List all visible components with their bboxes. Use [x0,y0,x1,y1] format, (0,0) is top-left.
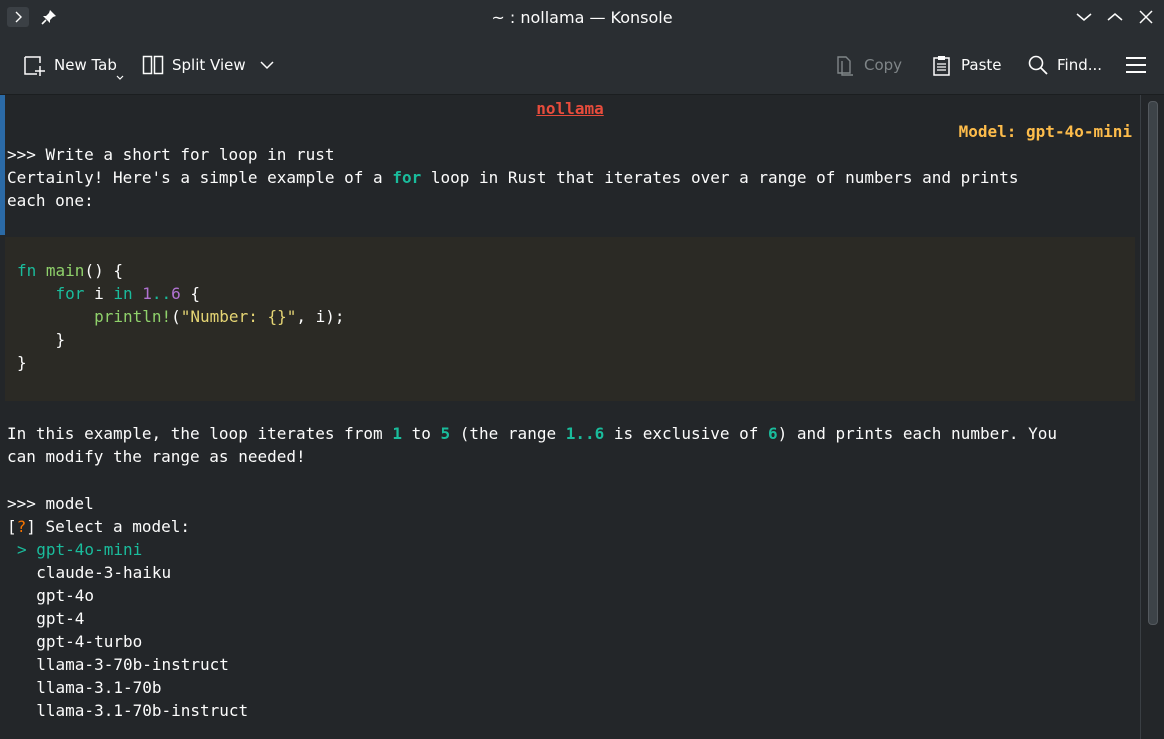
code-text: , i); [296,307,345,326]
pin-icon [41,10,56,25]
copy-icon [837,56,853,76]
response-text: loop in Rust that iterates over a range … [421,168,1019,187]
inline-number: 5 [440,424,451,443]
code-string: "Number: {}" [180,307,297,326]
model-option[interactable]: llama-3-70b-instruct [17,653,229,676]
code-text: { [180,284,201,303]
code-keyword: in [113,284,133,303]
window-title: ~ : nollama — Konsole [491,8,673,27]
close-icon [1139,10,1153,24]
vertical-scrollbar[interactable] [1140,95,1164,739]
code-number: 1 [142,284,152,303]
pin-button[interactable] [38,7,60,27]
scrollbar-thumb[interactable] [1148,101,1158,625]
chevron-up-icon [1107,13,1123,21]
code-line: for i in 1..6 { [17,282,201,305]
code-keyword: for [55,284,85,303]
response-text: ) and prints each number. You [777,424,1058,443]
inline-number: 1 [392,424,402,443]
close-button[interactable] [1135,7,1157,27]
code-keyword: fn [17,261,37,280]
chevron-down-icon [1076,13,1092,21]
select-prompt-text: [ [7,517,17,536]
response-text: is exclusive of [604,424,769,443]
code-text: ( [171,307,181,326]
select-prompt-line: [?] Select a model: [7,515,190,538]
code-text: i [84,284,114,303]
copy-button[interactable]: Copy [834,51,902,79]
find-button[interactable]: Find... [1027,51,1102,79]
response-line: Certainly! Here's a simple example of a … [7,166,1018,189]
code-text: () { [84,261,123,280]
hamburger-menu-icon [1126,57,1146,73]
response-line: each one: [7,191,94,210]
window-menu-button[interactable] [7,7,29,27]
model-option[interactable]: gpt-4o [17,584,94,607]
code-number: 6 [171,284,181,303]
chevron-right-icon [15,11,22,23]
minimize-button[interactable] [1073,7,1095,27]
split-view-button[interactable]: Split View [142,51,274,79]
dropdown-arrow-icon [116,75,124,80]
copy-label: Copy [864,56,903,74]
split-view-icon [142,55,164,75]
model-option-selected[interactable]: > gpt-4o-mini [17,538,142,561]
new-tab-button[interactable]: New Tab [22,51,124,80]
title-bar: ~ : nollama — Konsole [0,0,1164,35]
code-operator: .. [151,284,172,303]
code-macro: println! [94,307,172,326]
model-option[interactable]: gpt-4-turbo [17,630,142,653]
inline-number: 6 [768,424,778,443]
response-text: Certainly! Here's a simple example of a [7,168,393,187]
code-line: println!("Number: {}", i); [17,305,345,328]
find-label: Find... [1057,56,1103,74]
select-prompt-text: ] Select a model: [26,517,191,536]
hamburger-menu-button[interactable] [1125,51,1147,79]
code-line: } [17,353,27,372]
prompt-line: >>> Write a short for loop in rust [7,145,335,164]
model-option[interactable]: gpt-4 [17,607,84,630]
response-line: can modify the range as needed! [7,447,306,466]
paste-label: Paste [961,56,1002,74]
paste-button[interactable]: Paste [931,51,1002,79]
response-text: In this example, the loop iterates from [7,424,393,443]
model-indicator: Model: gpt-4o-mini [958,122,1132,141]
response-text: to [401,424,441,443]
search-icon [1028,55,1048,75]
new-tab-icon [24,56,45,76]
code-line: } [17,330,66,349]
response-line: In this example, the loop iterates from … [7,422,1057,445]
inline-range: 1..6 [565,424,605,443]
code-function: main [45,261,85,280]
inline-keyword: for [392,168,422,187]
model-option[interactable]: claude-3-haiku [17,561,171,584]
code-line: fn main() { [17,259,123,282]
model-option[interactable]: llama-3.1-70b [17,676,161,699]
new-tab-label: New Tab [54,56,117,74]
model-option[interactable]: llama-3.1-70b-instruct [17,699,248,722]
terminal-view[interactable]: nollama Model: gpt-4o-mini >>> Write a s… [0,95,1140,739]
prompt-line: >>> model [7,494,94,513]
response-text: (the range [450,424,566,443]
split-view-label: Split View [172,56,246,74]
question-mark: ? [16,517,27,536]
app-header-title: nollama [536,99,604,118]
paste-icon [933,56,950,76]
toolbar: New Tab Split View Copy Paste Find... [0,35,1164,95]
chevron-down-icon [260,61,274,70]
maximize-button[interactable] [1104,7,1126,27]
